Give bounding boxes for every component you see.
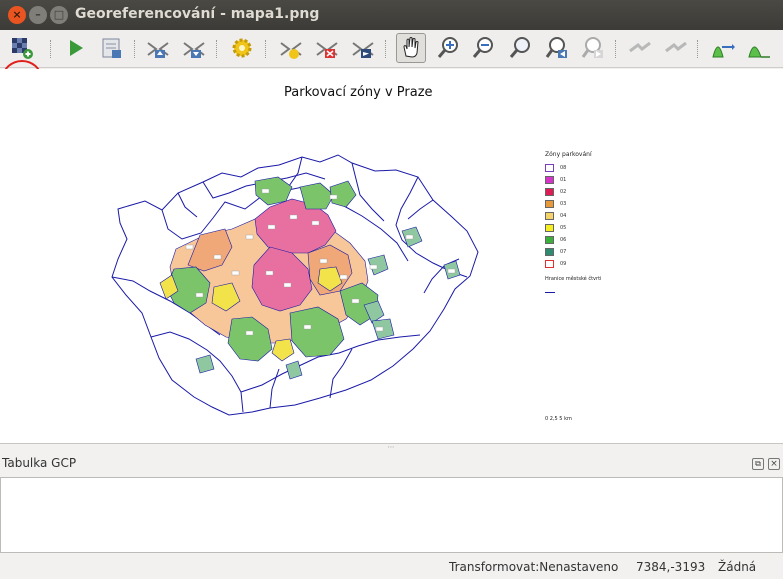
pan-button[interactable] (396, 33, 426, 63)
legend-swatch (545, 248, 554, 256)
load-gcp-icon (147, 42, 169, 58)
legend-swatch (545, 224, 554, 232)
map-legend: Zóny parkování 08 01 02 03 04 05 06 07 0… (545, 151, 601, 293)
zoom-next-button[interactable] (578, 33, 608, 63)
zoom-full-icon (509, 37, 530, 58)
transformation-settings-button[interactable] (227, 33, 257, 63)
map-canvas[interactable]: Parkovací zóny v Praze Zóny parkování 08… (0, 69, 783, 444)
legend-label: 03 (560, 201, 567, 207)
gcp-table-panel: Tabulka GCP ⧉ × (0, 452, 783, 554)
title-bar: × – □ Georeferencování - mapa1.png (0, 0, 783, 30)
legend-label: 09 (560, 261, 567, 267)
minimize-window-button[interactable]: – (29, 6, 47, 24)
play-icon (70, 40, 83, 56)
legend-swatch (545, 164, 554, 172)
zoom-out-icon (472, 37, 493, 58)
gcp-panel-header: Tabulka GCP ⧉ × (0, 452, 783, 476)
histogram-full-icon (712, 44, 735, 58)
open-raster-button[interactable] (7, 33, 37, 63)
legend-swatch (545, 260, 554, 268)
save-gcp-icon (183, 42, 205, 58)
legend-swatch (545, 212, 554, 220)
toolbar-separator (50, 40, 53, 58)
link-georef-to-qgis-button[interactable] (625, 33, 655, 63)
srs-status[interactable]: Žádná (718, 560, 756, 574)
legend-swatch (545, 236, 554, 244)
legend-label: 06 (560, 237, 567, 243)
legend-swatch (545, 188, 554, 196)
zoom-in-icon (437, 37, 458, 58)
maximize-window-button[interactable]: □ (50, 6, 68, 24)
zoom-in-button[interactable] (433, 33, 463, 63)
toolbar-separator (615, 40, 618, 58)
splitter-handle[interactable]: ⋯ (385, 444, 397, 451)
legend-label: 01 (560, 177, 567, 183)
legend-label: 08 (560, 165, 567, 171)
legend-title: Zóny parkování (545, 151, 592, 158)
zoom-to-layer-button[interactable] (505, 33, 535, 63)
delete-point-icon (316, 42, 338, 58)
legend-item: 07 (545, 246, 601, 258)
georeferencer-toolbar (0, 30, 783, 96)
legend-item: 01 (545, 174, 601, 186)
zoom-last-icon (545, 37, 567, 58)
move-gcp-point-button[interactable] (348, 33, 378, 63)
prague-parking-map (111, 154, 479, 416)
move-point-icon (352, 42, 374, 58)
legend-boundary-label: Hranice městské čtvrti (545, 276, 602, 282)
delete-point-button[interactable] (312, 33, 342, 63)
legend-item: 03 (545, 198, 601, 210)
legend-label: 07 (560, 249, 567, 255)
legend-swatch (545, 176, 554, 184)
legend-item: 08 (545, 162, 601, 174)
save-gcp-points-button[interactable] (179, 33, 209, 63)
link-qgis-to-georef-button[interactable] (661, 33, 691, 63)
legend-swatch (545, 200, 554, 208)
legend-item: 06 (545, 234, 601, 246)
legend-item: 05 (545, 222, 601, 234)
toolbar-separator (265, 40, 268, 58)
close-panel-button[interactable]: × (768, 458, 780, 470)
close-window-button[interactable]: × (8, 6, 26, 24)
zoom-out-button[interactable] (468, 33, 498, 63)
add-point-icon (280, 42, 302, 59)
legend-item: 02 (545, 186, 601, 198)
add-point-button[interactable] (276, 33, 306, 63)
legend-boundary-line (545, 292, 555, 293)
open-raster-icon (12, 38, 33, 59)
float-panel-button[interactable]: ⧉ (752, 458, 764, 470)
toolbar-separator (134, 40, 137, 58)
coordinate-readout: 7384,-3193 (636, 560, 706, 574)
zoom-last-button[interactable] (542, 33, 572, 63)
window-title: Georeferencování - mapa1.png (75, 6, 320, 22)
local-histogram-stretch-button[interactable] (744, 33, 774, 63)
hand-icon (403, 37, 419, 58)
status-bar: Transformovat:Nenastaveno 7384,-3193 Žád… (0, 556, 783, 579)
histogram-local-icon (748, 46, 770, 58)
toolbar-separator (216, 40, 219, 58)
link-georef-icon (629, 41, 651, 53)
legend-item: 09 (545, 258, 601, 270)
generate-gdal-script-button[interactable] (97, 33, 127, 63)
transform-status: Transformovat:Nenastaveno (449, 560, 619, 574)
full-histogram-stretch-button[interactable] (708, 33, 738, 63)
load-gcp-points-button[interactable] (143, 33, 173, 63)
scale-bar: 0 2,5 5 km (545, 416, 572, 422)
zoom-next-icon (581, 37, 603, 58)
toolbar-separator (697, 40, 700, 58)
start-georeferencing-button[interactable] (60, 33, 90, 63)
toolbar-separator (385, 40, 388, 58)
gcp-table[interactable] (0, 477, 783, 553)
legend-item: 04 (545, 210, 601, 222)
legend-label: 05 (560, 225, 567, 231)
legend-label: 02 (560, 189, 567, 195)
link-qgis-icon (665, 41, 687, 53)
gear-icon (232, 38, 252, 58)
gcp-panel-title: Tabulka GCP (2, 456, 77, 470)
legend-label: 04 (560, 213, 567, 219)
script-icon (102, 38, 121, 58)
